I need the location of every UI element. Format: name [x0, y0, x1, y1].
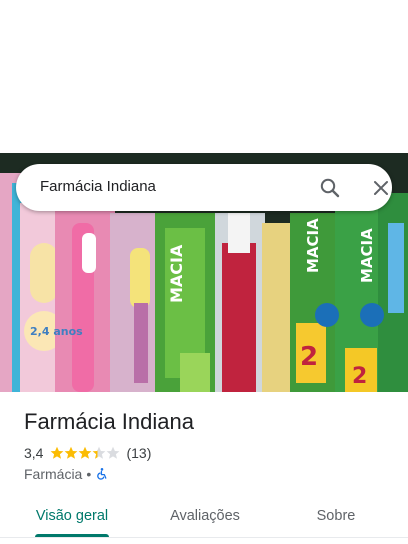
star-icon	[79, 446, 92, 459]
rating-row[interactable]: 3,4 (13)	[24, 444, 151, 462]
tab-overview[interactable]: Visão geral	[24, 494, 120, 538]
place-title: Farmácia Indiana	[24, 409, 194, 434]
hero-text-macia-2: MACIA	[304, 218, 322, 273]
place-category[interactable]: Farmácia	[24, 466, 82, 482]
tab-reviews[interactable]: Avaliações	[155, 494, 255, 538]
star-icon	[51, 446, 64, 459]
hero-text-two-1: 2	[300, 342, 318, 372]
map-blank-area	[0, 0, 408, 153]
hero-text-two-2: 2	[352, 364, 367, 389]
star-icon	[107, 446, 120, 459]
tab-about[interactable]: Sobre	[300, 494, 372, 538]
hero-text-macia-1: MACIA	[167, 244, 186, 303]
hero-text-macia-3: MACIA	[358, 228, 376, 283]
hero-text-age: 2,4 anos	[30, 325, 83, 338]
close-icon[interactable]	[369, 176, 393, 200]
search-bar[interactable]: Farmácia Indiana	[16, 164, 392, 211]
separator-dot: •	[86, 466, 92, 482]
category-row: Farmácia •	[24, 465, 109, 483]
wheelchair-accessible-icon[interactable]	[95, 467, 109, 481]
star-icon	[65, 446, 78, 459]
tabs-divider	[0, 537, 408, 538]
rating-value: 3,4	[24, 445, 44, 461]
star-icon	[93, 446, 106, 459]
place-tabs: Visão geral Avaliações Sobre	[0, 494, 408, 538]
rating-stars	[50, 446, 120, 460]
search-icon[interactable]	[318, 176, 342, 200]
review-count[interactable]: (13)	[126, 445, 151, 461]
search-query[interactable]: Farmácia Indiana	[40, 178, 156, 195]
